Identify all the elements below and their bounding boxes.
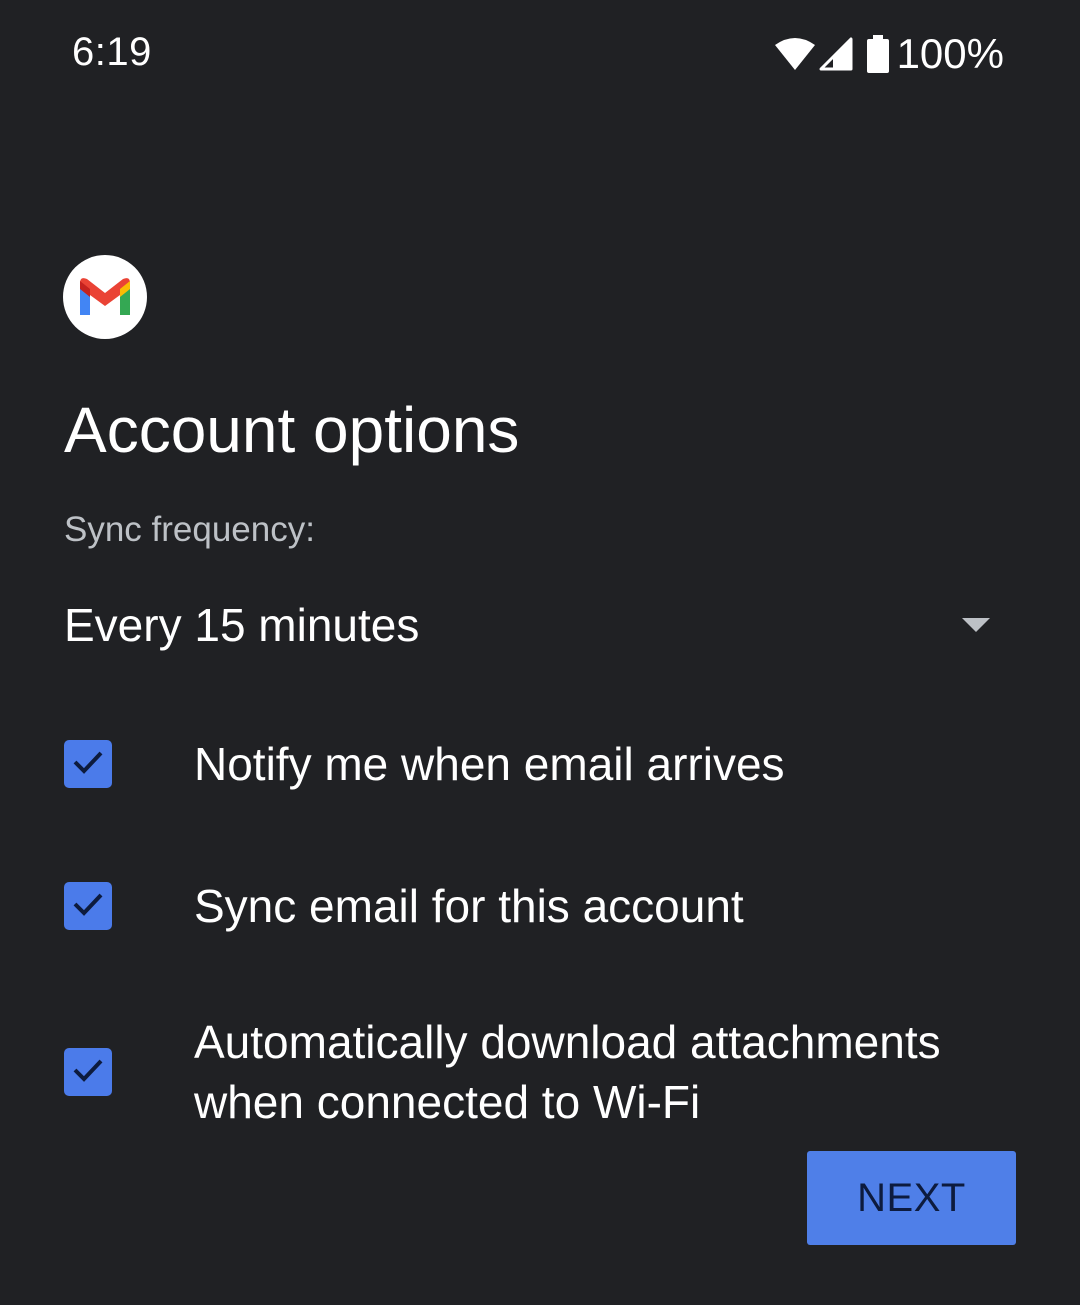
checkmark-icon	[70, 886, 106, 927]
auto-download-checkbox[interactable]	[64, 1048, 112, 1096]
battery-percentage: 100%	[896, 30, 1004, 77]
status-icons: 100%	[774, 30, 1004, 78]
wifi-icon	[774, 37, 815, 71]
auto-download-option-row[interactable]: Automatically download attachments when …	[64, 1012, 1014, 1132]
sync-frequency-value: Every 15 minutes	[64, 599, 420, 651]
notify-checkbox[interactable]	[64, 740, 112, 788]
dropdown-arrow-icon	[962, 618, 990, 632]
next-button[interactable]: NEXT	[807, 1151, 1016, 1245]
page-title: Account options	[64, 394, 520, 466]
sync-email-option-row[interactable]: Sync email for this account	[64, 876, 1014, 936]
gmail-logo-icon	[63, 255, 147, 339]
sync-email-checkbox[interactable]	[64, 882, 112, 930]
sync-email-option-label: Sync email for this account	[194, 880, 744, 932]
cell-signal-icon	[819, 37, 853, 71]
checkmark-icon	[70, 1052, 106, 1093]
notify-option-label: Notify me when email arrives	[194, 738, 785, 790]
notify-option-row[interactable]: Notify me when email arrives	[64, 734, 1014, 794]
battery-icon	[866, 35, 889, 73]
sync-frequency-label: Sync frequency:	[64, 510, 315, 549]
status-time: 6:19	[72, 30, 152, 74]
sync-frequency-dropdown[interactable]: Every 15 minutes	[64, 590, 1004, 660]
status-bar: 6:19 100%	[0, 0, 1080, 110]
auto-download-option-label: Automatically download attachments when …	[194, 1016, 941, 1128]
checkmark-icon	[70, 744, 106, 785]
